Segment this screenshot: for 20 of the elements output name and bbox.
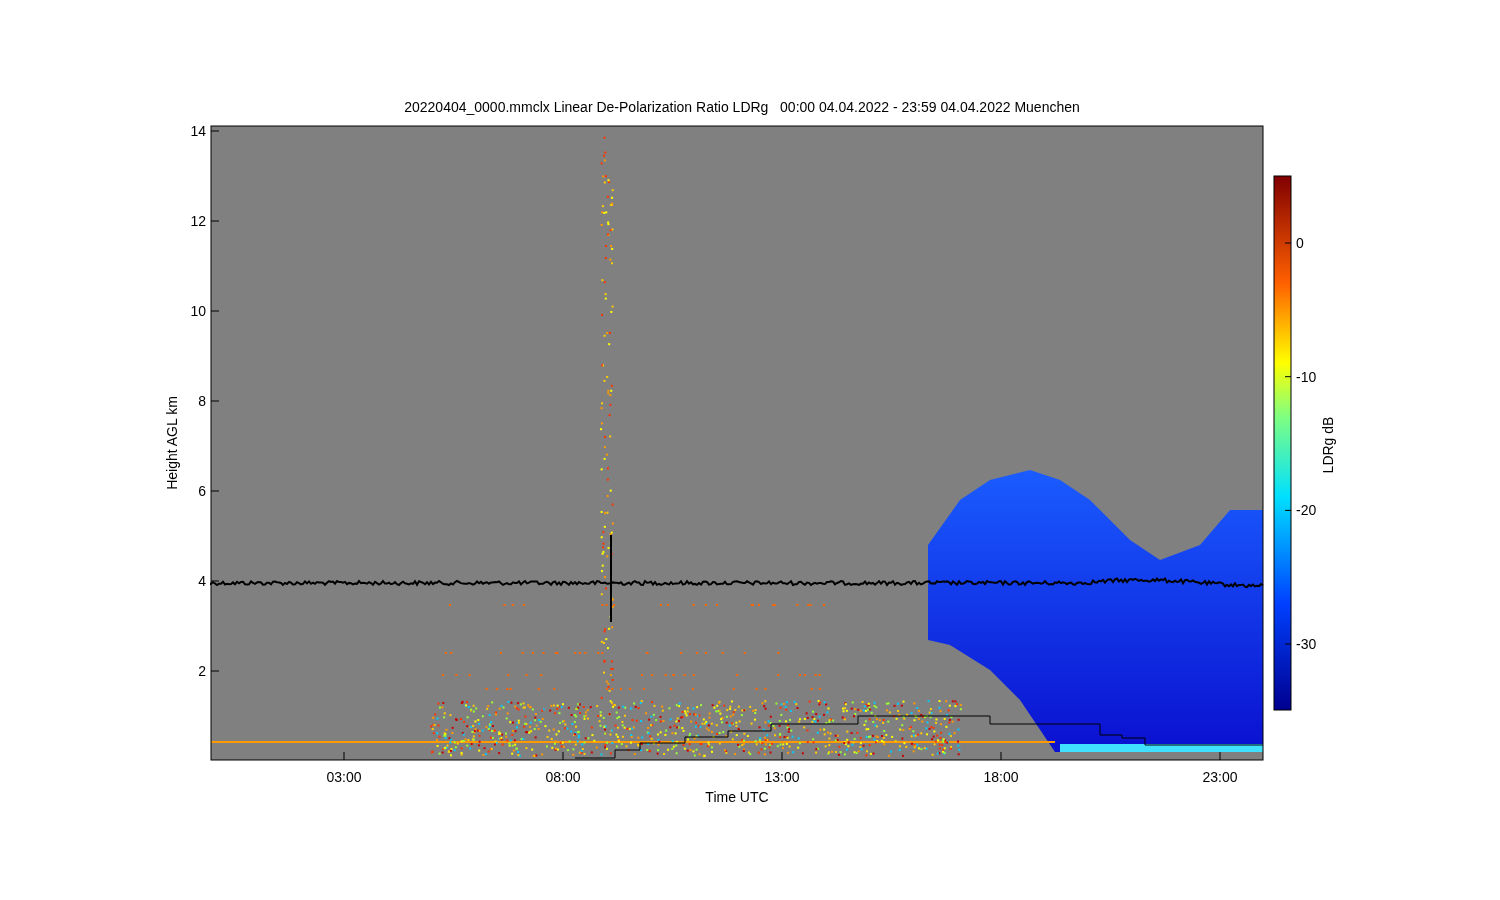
y-tick-label: 2	[198, 663, 206, 679]
x-tick-label: 18:00	[983, 769, 1019, 785]
x-tick-label: 13:00	[764, 769, 800, 785]
colorbar-tick-label: -10	[1296, 368, 1317, 385]
y-tick-label: 6	[198, 483, 206, 499]
y-tick-label: 14	[190, 123, 206, 139]
y-axis-label: Height AGL km	[164, 396, 180, 490]
x-tick-label: 23:00	[1202, 769, 1238, 785]
x-tick-label: 03:00	[326, 769, 362, 785]
x-tick-label: 08:00	[545, 769, 581, 785]
colorbar-tick-label: 0	[1296, 235, 1304, 251]
colorbar-label: LDRg dB	[1320, 416, 1336, 474]
y-tick-label: 10	[190, 303, 206, 319]
y-tick-label: 4	[198, 573, 206, 589]
colorbar-tick-label: -20	[1296, 502, 1317, 519]
chart-title: 20220404_0000.mmclx Linear De-Polarization Ratio LDRg 00:00 04.04.2022 - 23:59 04.04.2022 Muenchen	[404, 99, 1080, 115]
y-tick-label: 12	[190, 213, 206, 229]
x-axis-label: Time UTC	[705, 789, 769, 805]
colorbar-tick-label: -30	[1296, 636, 1317, 653]
y-tick-label: 8	[198, 393, 206, 409]
